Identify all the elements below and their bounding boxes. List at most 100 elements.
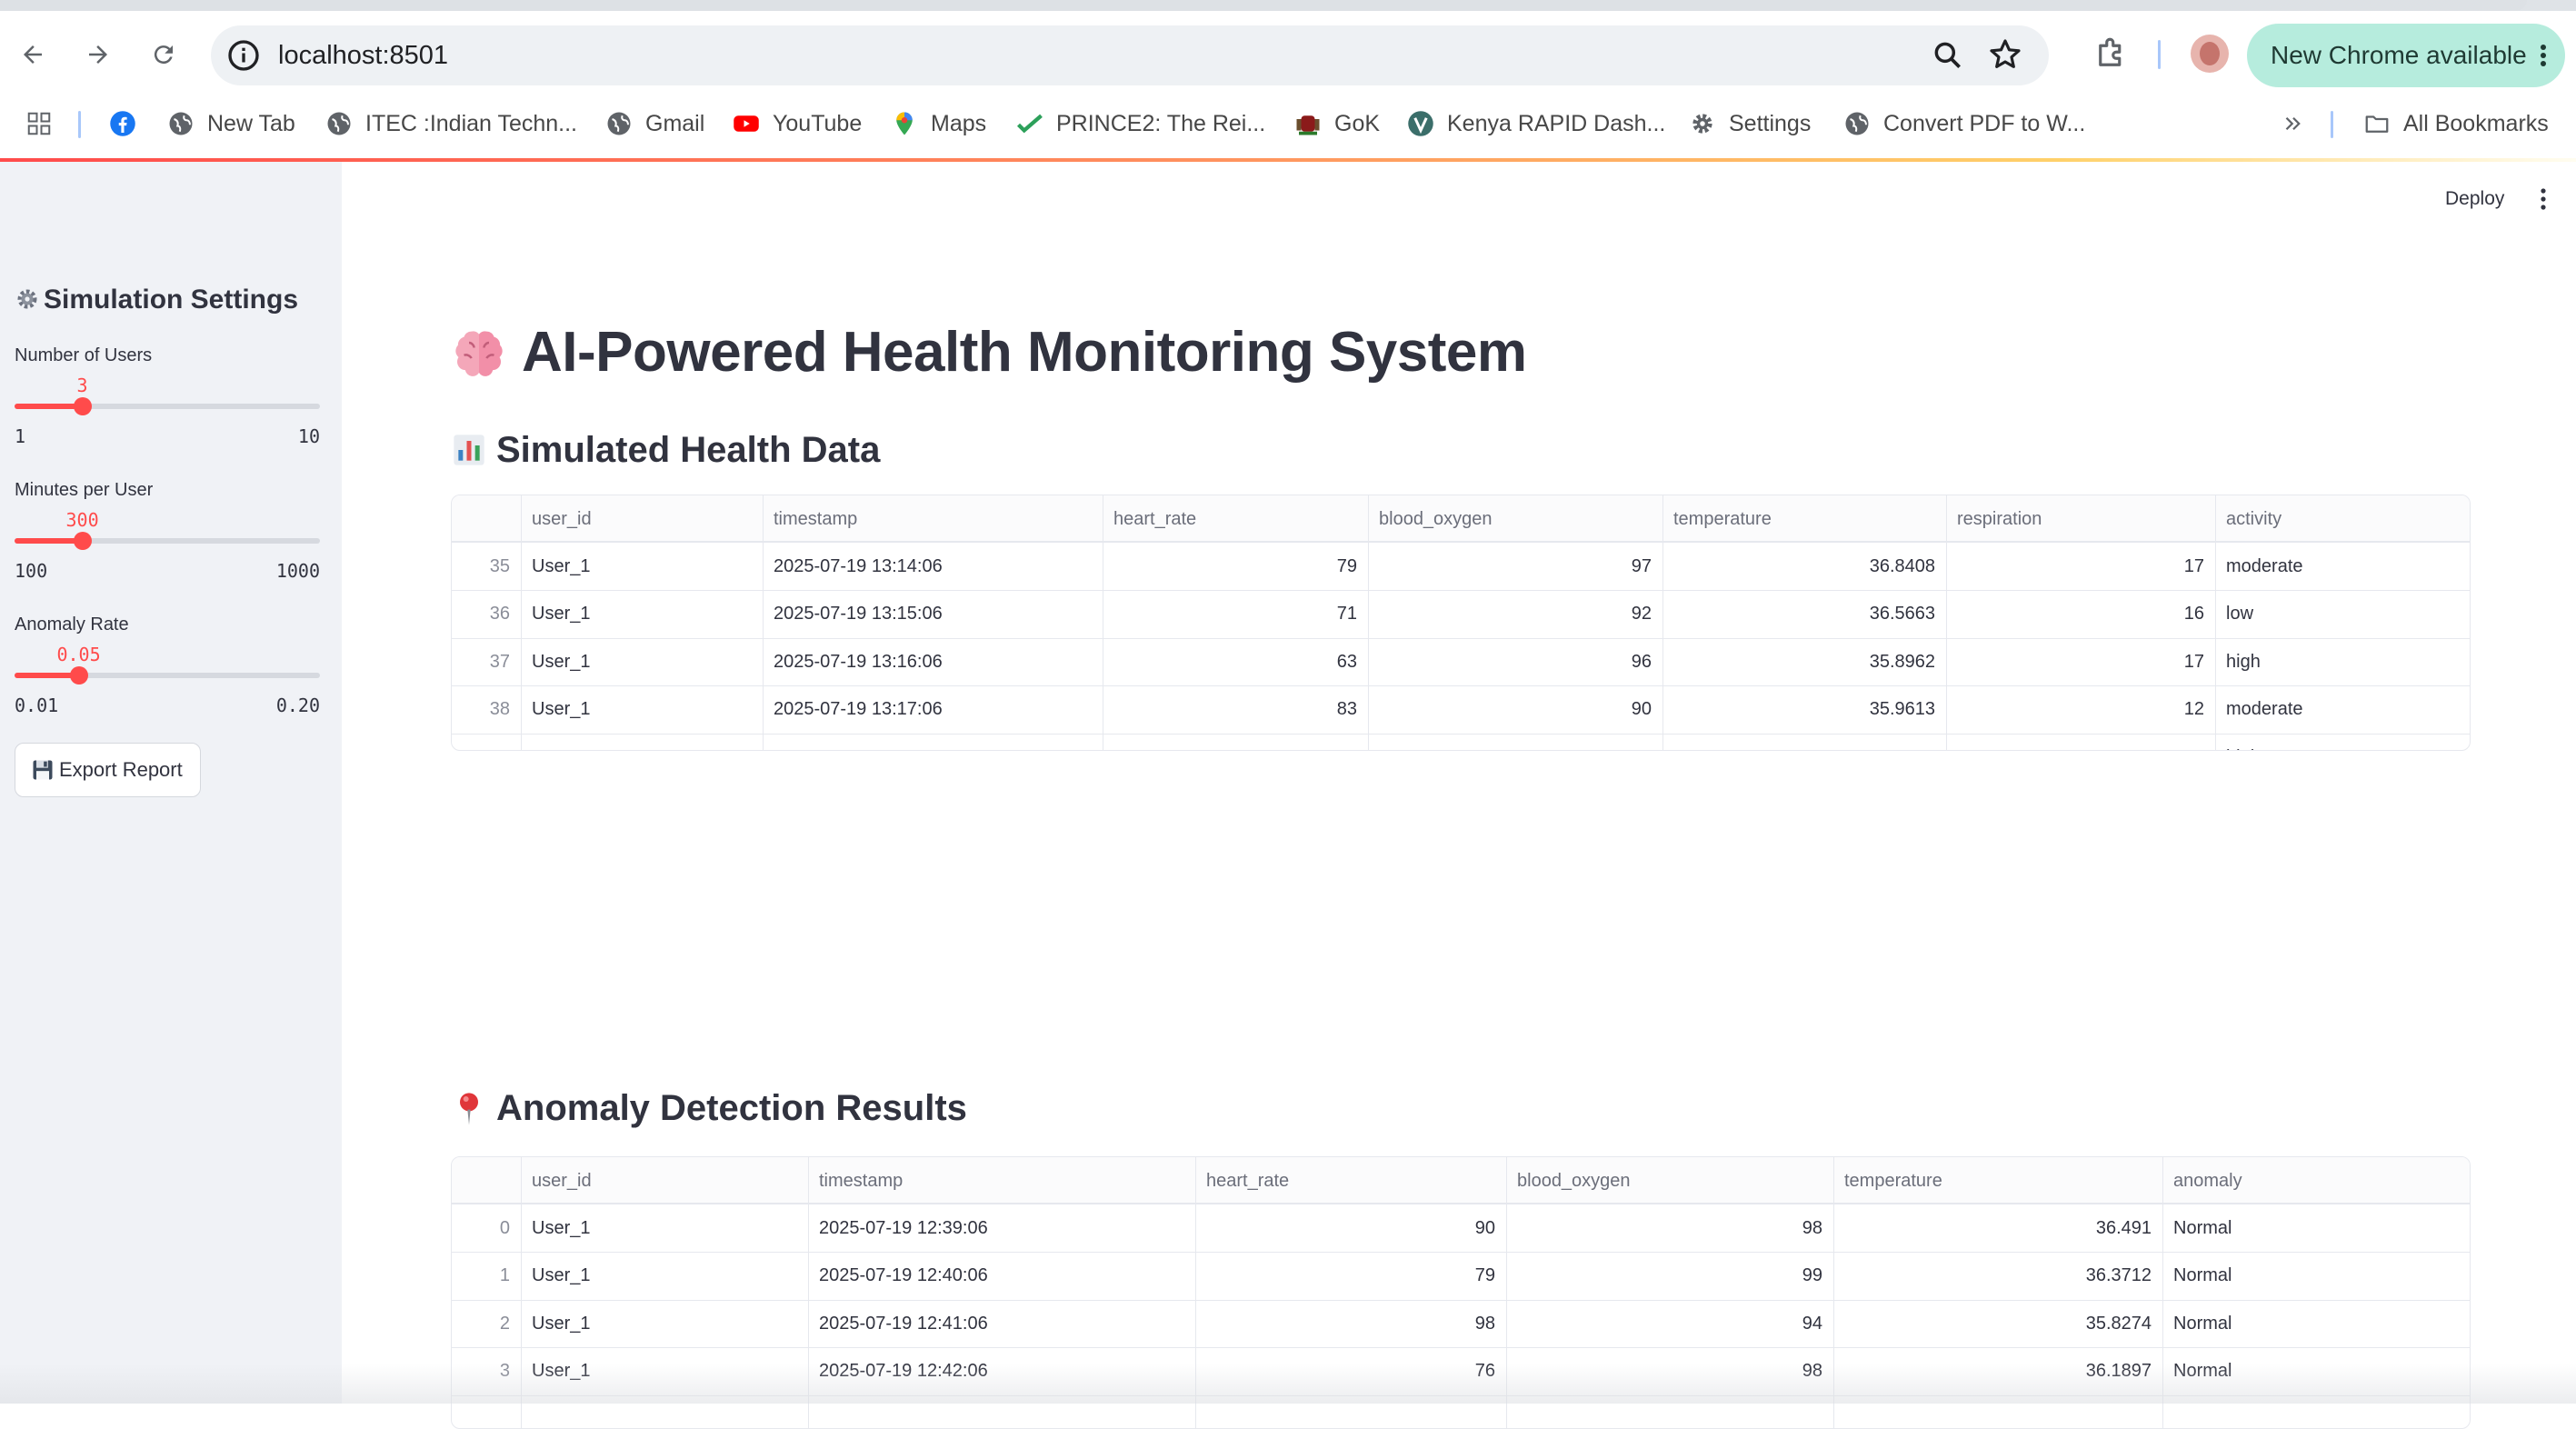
table-cell[interactable]: User_1: [521, 1204, 808, 1252]
health-data-table[interactable]: user_id timestamp heart_rate blood_oxygen te…: [451, 495, 2471, 751]
bookmark-maps[interactable]: Maps: [891, 100, 986, 147]
slider-thumb[interactable]: [73, 532, 92, 550]
bookmark-gok[interactable]: GoK: [1294, 100, 1380, 147]
more-bookmarks-button[interactable]: [2280, 100, 2320, 147]
column-header[interactable]: timestamp: [763, 495, 1103, 543]
column-header[interactable]: blood_oxygen: [1506, 1157, 1833, 1204]
column-header[interactable]: [452, 495, 521, 543]
table-cell[interactable]: User_1: [521, 1347, 808, 1394]
table-cell[interactable]: 2025-07-19 13:14:06: [763, 543, 1103, 590]
column-header[interactable]: temperature: [1662, 495, 1946, 543]
table-cell[interactable]: 90: [1195, 1204, 1506, 1252]
export-report-button[interactable]: Export Report: [15, 743, 201, 797]
slider-track[interactable]: [15, 532, 320, 550]
row-index[interactable]: 0: [452, 1204, 521, 1252]
table-cell[interactable]: 36.491: [1833, 1204, 2162, 1252]
bookmark-kenya-rapid[interactable]: Kenya RAPID Dash...: [1407, 100, 1665, 147]
column-header[interactable]: activity: [2215, 495, 2470, 543]
back-button[interactable]: [11, 33, 55, 76]
new-chrome-available-button[interactable]: New Chrome available: [2247, 24, 2565, 87]
table-cell[interactable]: 12: [1946, 685, 2215, 733]
reload-button[interactable]: [142, 33, 185, 76]
table-cell[interactable]: 17: [1946, 638, 2215, 685]
table-cell[interactable]: 2025-07-19 13:18:06: [763, 734, 1103, 750]
table-cell[interactable]: 99: [1506, 1252, 1833, 1299]
column-header[interactable]: respiration: [1946, 495, 2215, 543]
table-cell[interactable]: 2025-07-19 13:16:06: [763, 638, 1103, 685]
bookmark-itec[interactable]: ITEC :Indian Techn...: [325, 100, 577, 147]
table-cell[interactable]: low: [2215, 590, 2470, 637]
kebab-menu-icon[interactable]: [2540, 187, 2547, 211]
row-index[interactable]: 38: [452, 685, 521, 733]
table-cell[interactable]: 79: [1103, 543, 1368, 590]
table-cell[interactable]: 35.9613: [1662, 685, 1946, 733]
table-cell[interactable]: 35.8962: [1662, 638, 1946, 685]
table-cell[interactable]: 36.3489: [1662, 734, 1946, 750]
column-header[interactable]: timestamp: [808, 1157, 1195, 1204]
slider-track[interactable]: [15, 666, 320, 685]
table-cell[interactable]: 71: [1103, 590, 1368, 637]
table-cell[interactable]: Normal: [2162, 1347, 2470, 1394]
table-cell[interactable]: moderate: [2215, 543, 2470, 590]
column-header[interactable]: temperature: [1833, 1157, 2162, 1204]
site-info-icon[interactable]: [225, 37, 262, 74]
table-cell[interactable]: 16: [1946, 590, 2215, 637]
table-cell[interactable]: 2025-07-19 13:15:06: [763, 590, 1103, 637]
table-cell[interactable]: 2025-07-19 12:40:06: [808, 1252, 1195, 1299]
table-cell[interactable]: User_1: [521, 590, 763, 637]
table-cell[interactable]: 79: [1195, 1252, 1506, 1299]
row-index[interactable]: 3: [452, 1347, 521, 1394]
slider-thumb[interactable]: [69, 666, 88, 685]
table-cell[interactable]: Normal: [2162, 1204, 2470, 1252]
row-index[interactable]: 35: [452, 543, 521, 590]
table-cell[interactable]: 36.8408: [1662, 543, 1946, 590]
table-cell[interactable]: 2025-07-19 12:39:06: [808, 1204, 1195, 1252]
table-cell[interactable]: 92: [1368, 590, 1662, 637]
bookmark-convert-pdf[interactable]: Convert PDF to W...: [1843, 100, 2085, 147]
url-text[interactable]: localhost:8501: [278, 38, 448, 73]
table-cell[interactable]: 36.5663: [1662, 590, 1946, 637]
address-bar[interactable]: localhost:8501: [211, 25, 2049, 85]
column-header[interactable]: user_id: [521, 495, 763, 543]
table-cell[interactable]: 94: [1506, 1300, 1833, 1347]
table-cell[interactable]: 98: [1195, 1300, 1506, 1347]
apps-shortcut[interactable]: [25, 100, 65, 147]
row-index[interactable]: 2: [452, 1300, 521, 1347]
table-cell[interactable]: User_1: [521, 1300, 808, 1347]
row-index[interactable]: 36: [452, 590, 521, 637]
row-index[interactable]: 37: [452, 638, 521, 685]
table-cell[interactable]: 63: [1103, 638, 1368, 685]
profile-avatar[interactable]: [2191, 35, 2229, 73]
table-cell[interactable]: User_1: [521, 685, 763, 733]
table-cell[interactable]: high: [2215, 638, 2470, 685]
table-cell[interactable]: 2025-07-19 12:42:06: [808, 1347, 1195, 1394]
deploy-button[interactable]: Deploy: [2445, 187, 2504, 211]
bookmark-youtube[interactable]: YouTube: [733, 100, 862, 147]
table-cell[interactable]: 17: [1946, 543, 2215, 590]
table-cell[interactable]: Normal: [2162, 1252, 2470, 1299]
search-icon[interactable]: [1931, 38, 1965, 73]
table-cell[interactable]: 76: [1195, 1347, 1506, 1394]
bookmark-facebook[interactable]: [109, 100, 149, 147]
table-cell[interactable]: Normal: [2162, 1300, 2470, 1347]
column-header[interactable]: blood_oxygen: [1368, 495, 1662, 543]
row-index[interactable]: 39: [452, 734, 521, 750]
table-cell[interactable]: 2025-07-19 12:41:06: [808, 1300, 1195, 1347]
slider-thumb[interactable]: [73, 397, 92, 415]
slider-track[interactable]: [15, 397, 320, 415]
table-cell[interactable]: 96: [1368, 638, 1662, 685]
table-cell[interactable]: 97: [1368, 543, 1662, 590]
table-cell[interactable]: moderate: [2215, 685, 2470, 733]
table-cell[interactable]: 2025-07-19 13:17:06: [763, 685, 1103, 733]
table-cell[interactable]: 98: [1506, 1347, 1833, 1394]
column-header[interactable]: anomaly: [2162, 1157, 2470, 1204]
column-header[interactable]: heart_rate: [1195, 1157, 1506, 1204]
table-cell[interactable]: User_1: [521, 734, 763, 750]
table-cell[interactable]: 36.3712: [1833, 1252, 2162, 1299]
bookmark-new-tab[interactable]: New Tab: [167, 100, 295, 147]
table-cell[interactable]: 97: [1368, 734, 1662, 750]
bookmark-gmail[interactable]: Gmail: [605, 100, 704, 147]
table-cell[interactable]: User_1: [521, 638, 763, 685]
forward-button[interactable]: [76, 33, 120, 76]
table-cell[interactable]: 98: [1506, 1204, 1833, 1252]
